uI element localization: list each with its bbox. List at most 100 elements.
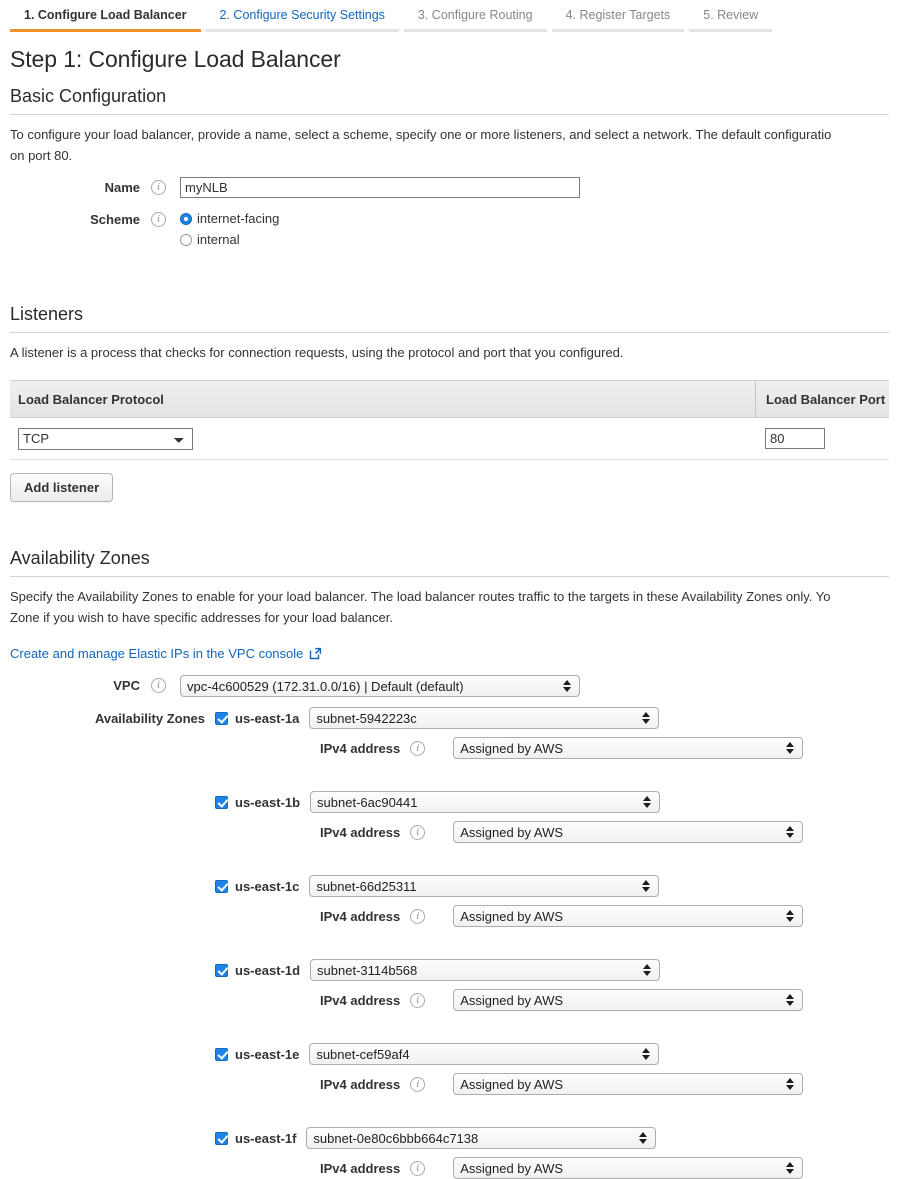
- link-label: Create and manage Elastic IPs in the VPC…: [10, 646, 304, 661]
- checkbox-us-east-1c[interactable]: [215, 879, 228, 893]
- info-icon[interactable]: i: [410, 1160, 426, 1176]
- ipv4-row: IPv4 address i Assigned by AWS: [0, 989, 899, 1011]
- listener-protocol-cell: TCP: [10, 427, 755, 450]
- listener-port-input[interactable]: [765, 428, 825, 449]
- ipv4-select-us-east-1c[interactable]: Assigned by AWS: [453, 905, 804, 927]
- scheme-label: Scheme: [90, 212, 140, 227]
- scheme-options: internet-facing internal: [180, 209, 279, 249]
- name-input[interactable]: [180, 177, 580, 198]
- info-icon[interactable]: i: [410, 824, 426, 840]
- radio-button[interactable]: [180, 212, 192, 225]
- info-icon[interactable]: i: [410, 740, 426, 756]
- info-icon[interactable]: i: [151, 678, 166, 693]
- radio-internet-facing[interactable]: internet-facing: [180, 209, 279, 228]
- availability-zone-row: us-east-1d subnet-3114b568: [0, 959, 899, 981]
- vpc-field-area: vpc-4c600529 (172.31.0.0/16) | Default (…: [180, 675, 580, 697]
- ipv4-row: IPv4 address i Assigned by AWS: [0, 1157, 899, 1179]
- info-icon[interactable]: i: [151, 212, 166, 227]
- subnet-select-us-east-1b[interactable]: subnet-6ac90441: [310, 791, 661, 813]
- ipv4-select-us-east-1b[interactable]: Assigned by AWS: [453, 821, 804, 843]
- ipv4-address-label: IPv4 address: [320, 908, 401, 924]
- vpc-select[interactable]: vpc-4c600529 (172.31.0.0/16) | Default (…: [180, 675, 580, 697]
- checkbox-us-east-1f[interactable]: [215, 1131, 228, 1145]
- radio-label: internal: [197, 232, 240, 247]
- ipv4-select-wrap: Assigned by AWS: [453, 821, 804, 843]
- checkbox-us-east-1b[interactable]: [215, 795, 228, 809]
- availability-zone-name: us-east-1b: [235, 794, 301, 810]
- ipv4-address-label: IPv4 address: [320, 1076, 401, 1092]
- radio-button[interactable]: [180, 233, 192, 246]
- info-icon[interactable]: i: [410, 992, 426, 1008]
- availability-zone-name: us-east-1f: [235, 1130, 297, 1146]
- subnet-select-wrap: subnet-3114b568: [310, 959, 661, 981]
- tab-configure-security-settings[interactable]: 2. Configure Security Settings: [205, 0, 399, 32]
- ipv4-row: IPv4 address i Assigned by AWS: [0, 905, 899, 927]
- availability-zones-heading: Availability Zones: [10, 548, 150, 568]
- ipv4-address-label: IPv4 address: [320, 1160, 401, 1176]
- tab-label: 1. Configure Load Balancer: [24, 8, 187, 22]
- tab-configure-load-balancer[interactable]: 1. Configure Load Balancer: [10, 0, 201, 32]
- subnet-select-us-east-1f[interactable]: subnet-0e80c6bbb664c7138: [306, 1127, 657, 1149]
- availability-zone-name: us-east-1e: [235, 1046, 300, 1062]
- ipv4-select-wrap: Assigned by AWS: [453, 905, 804, 927]
- info-icon[interactable]: i: [410, 908, 426, 924]
- ipv4-row: IPv4 address i Assigned by AWS: [0, 821, 899, 843]
- availability-zone-row: us-east-1b subnet-6ac90441: [0, 791, 899, 813]
- availability-zone-block: us-east-1f subnet-0e80c6bbb664c7138 IPv4…: [0, 1127, 899, 1179]
- column-header-protocol: Load Balancer Protocol: [18, 391, 164, 407]
- tab-configure-routing[interactable]: 3. Configure Routing: [403, 0, 547, 32]
- ipv4-select-us-east-1d[interactable]: Assigned by AWS: [453, 989, 804, 1011]
- vpc-label: VPC: [113, 678, 140, 693]
- tab-review[interactable]: 5. Review: [689, 0, 773, 32]
- availability-zones-description: Specify the Availability Zones to enable…: [10, 589, 831, 625]
- subnet-select-us-east-1c[interactable]: subnet-66d25311: [309, 875, 660, 897]
- subnet-select-us-east-1e[interactable]: subnet-cef59af4: [309, 1043, 660, 1065]
- availability-zone-block: us-east-1d subnet-3114b568 IPv4 address …: [0, 959, 899, 1011]
- subnet-select-wrap: subnet-cef59af4: [309, 1043, 660, 1065]
- elastic-ip-console-link[interactable]: Create and manage Elastic IPs in the VPC…: [10, 646, 322, 661]
- ipv4-row: IPv4 address i Assigned by AWS: [0, 1073, 899, 1095]
- table-row: TCP: [10, 418, 889, 460]
- availability-zone-block: us-east-1e subnet-cef59af4 IPv4 address …: [0, 1043, 899, 1095]
- ipv4-address-label: IPv4 address: [320, 740, 401, 756]
- page-title: Step 1: Configure Load Balancer: [10, 46, 341, 72]
- availability-zone-block: Availability Zones us-east-1a subnet-594…: [0, 707, 899, 759]
- name-field-row: Name i: [0, 177, 899, 198]
- external-link-icon: [309, 647, 322, 660]
- checkbox-us-east-1d[interactable]: [215, 963, 228, 977]
- tab-register-targets[interactable]: 4. Register Targets: [551, 0, 685, 32]
- availability-zone-name: us-east-1c: [235, 878, 300, 894]
- subnet-select-us-east-1a[interactable]: subnet-5942223c: [309, 707, 660, 729]
- radio-internal[interactable]: internal: [180, 230, 279, 249]
- subnet-select-us-east-1d[interactable]: subnet-3114b568: [310, 959, 661, 981]
- info-icon[interactable]: i: [151, 180, 166, 195]
- vpc-field-row: VPC i vpc-4c600529 (172.31.0.0/16) | Def…: [0, 675, 899, 697]
- ipv4-select-us-east-1f[interactable]: Assigned by AWS: [453, 1157, 804, 1179]
- availability-zones-label: Availability Zones: [94, 710, 205, 726]
- availability-zone-row: Availability Zones us-east-1a subnet-594…: [0, 707, 899, 729]
- divider: [10, 576, 889, 577]
- name-field-area: [180, 177, 580, 198]
- divider: [10, 114, 889, 115]
- ipv4-address-label: IPv4 address: [320, 992, 401, 1008]
- info-icon[interactable]: i: [410, 1076, 426, 1092]
- listeners-heading: Listeners: [10, 304, 84, 324]
- tab-label: 5. Review: [703, 8, 759, 22]
- add-listener-button[interactable]: Add listener: [10, 473, 114, 502]
- ipv4-row: IPv4 address i Assigned by AWS: [0, 737, 899, 759]
- checkbox-us-east-1a[interactable]: [215, 711, 228, 725]
- ipv4-select-us-east-1a[interactable]: Assigned by AWS: [453, 737, 804, 759]
- checkbox-us-east-1e[interactable]: [215, 1047, 228, 1061]
- column-header-port: Load Balancer Port: [755, 381, 889, 417]
- tab-label: 2. Configure Security Settings: [219, 8, 385, 22]
- listeners-table-header: Load Balancer Protocol Load Balancer Por…: [10, 380, 889, 418]
- subnet-select-wrap: subnet-66d25311: [309, 875, 660, 897]
- basic-configuration-description: To configure your load balancer, provide…: [10, 127, 832, 163]
- ipv4-select-wrap: Assigned by AWS: [453, 737, 804, 759]
- ipv4-select-wrap: Assigned by AWS: [453, 1073, 804, 1095]
- availability-zone-block: us-east-1c subnet-66d25311 IPv4 address …: [0, 875, 899, 927]
- listener-protocol-select[interactable]: TCP: [18, 427, 193, 450]
- availability-zone-row: us-east-1f subnet-0e80c6bbb664c7138: [0, 1127, 899, 1149]
- ipv4-select-us-east-1e[interactable]: Assigned by AWS: [453, 1073, 804, 1095]
- scheme-field-row: Scheme i internet-facing internal: [0, 209, 899, 249]
